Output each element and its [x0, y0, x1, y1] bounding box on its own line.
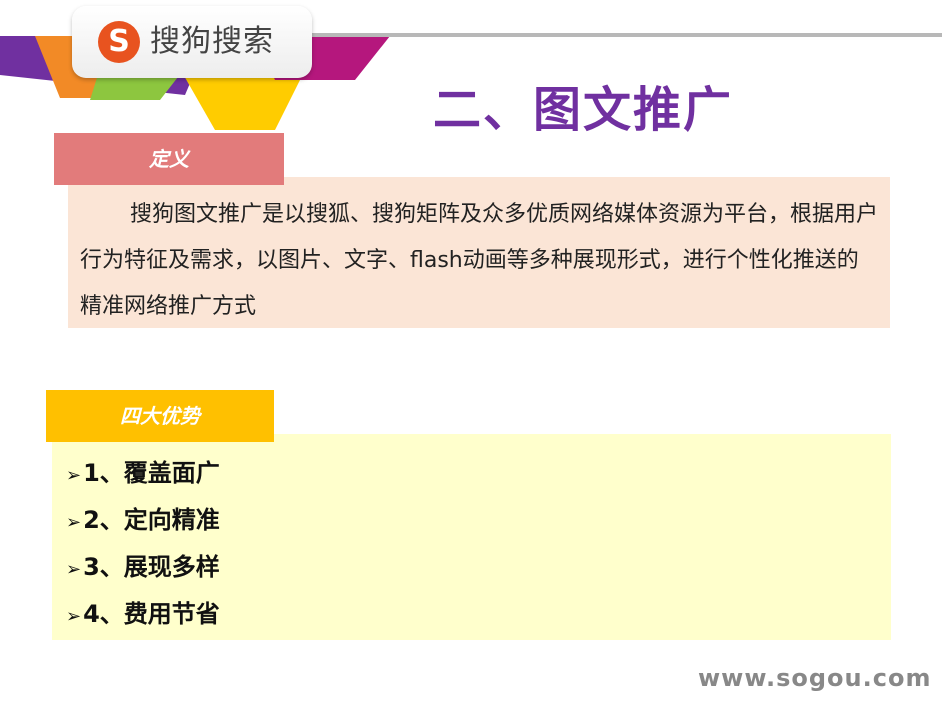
advantage-item: ➢4、费用节省 [66, 591, 220, 638]
advantage-text: 4、费用节省 [83, 600, 220, 628]
arrow-bullet-icon: ➢ [66, 606, 82, 627]
advantages-list: ➢1、覆盖面广 ➢2、定向精准 ➢3、展现多样 ➢4、费用节省 [66, 450, 220, 638]
advantage-text: 1、覆盖面广 [83, 459, 220, 487]
advantage-item: ➢1、覆盖面广 [66, 450, 220, 497]
arrow-bullet-icon: ➢ [66, 559, 82, 580]
advantage-text: 2、定向精准 [83, 506, 220, 534]
sogou-logo-text: 搜狗搜索 [150, 24, 274, 59]
advantage-item: ➢2、定向精准 [66, 497, 220, 544]
arrow-bullet-icon: ➢ [66, 465, 82, 486]
sogou-logo-icon: S [98, 21, 140, 63]
sogou-logo: S 搜狗搜索 [72, 6, 312, 78]
definition-text: 搜狗图文推广是以搜狐、搜狗矩阵及众多优质网络媒体资源为平台，根据用户行为特征及需… [80, 202, 879, 319]
definition-label: 定义 [54, 133, 284, 185]
advantages-label: 四大优势 [46, 390, 274, 442]
footer-url: www.sogou.com [698, 664, 932, 692]
advantage-item: ➢3、展现多样 [66, 544, 220, 591]
top-gray-line [300, 33, 942, 37]
arrow-bullet-icon: ➢ [66, 512, 82, 533]
slide: S 搜狗搜索 二、图文推广 定义 搜狗图文推广是以搜狐、搜狗矩阵及众多优质网络媒… [0, 0, 942, 708]
advantage-text: 3、展现多样 [83, 553, 220, 581]
slide-title: 二、图文推广 [433, 82, 734, 138]
